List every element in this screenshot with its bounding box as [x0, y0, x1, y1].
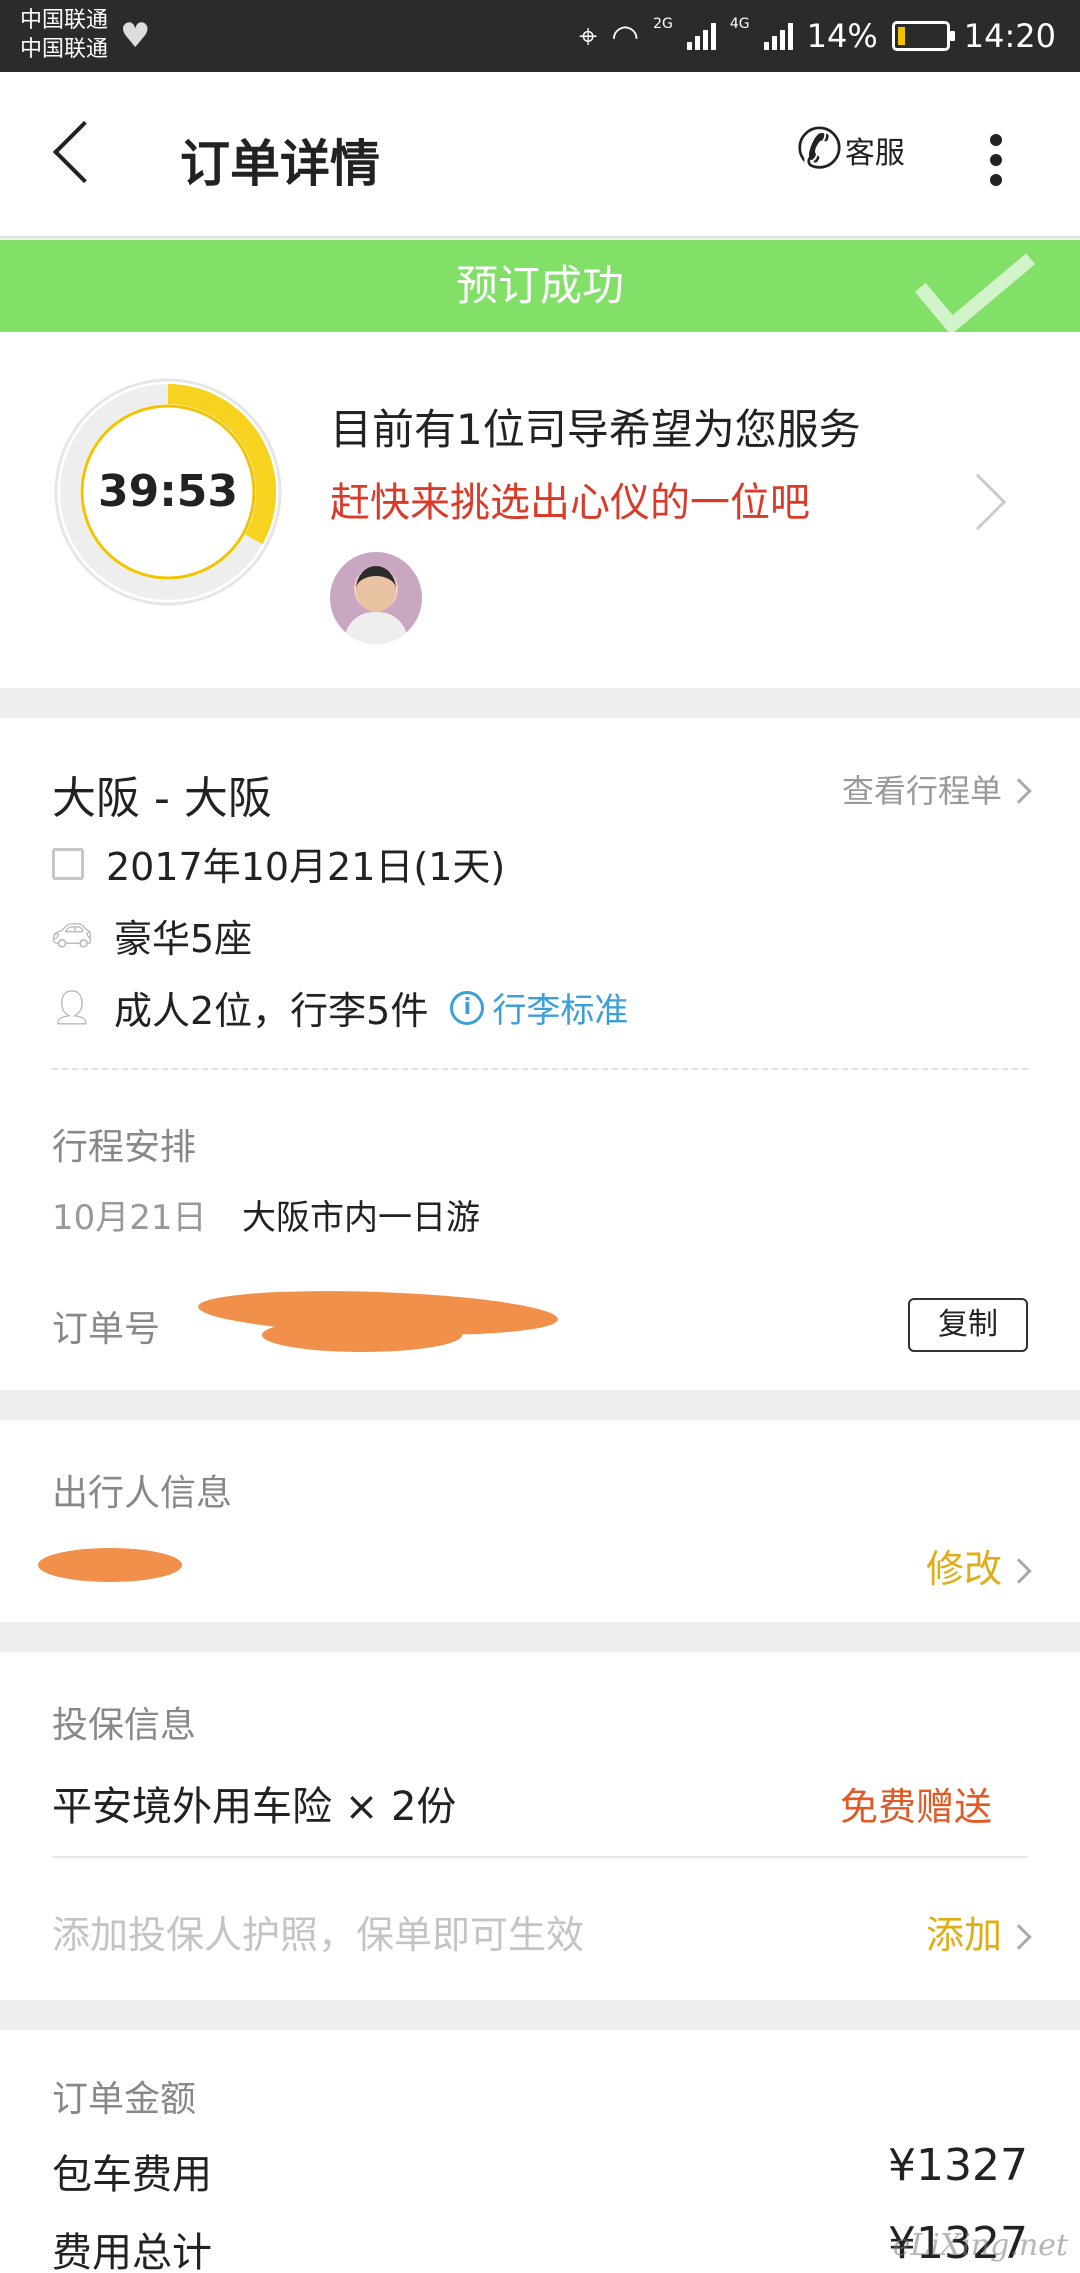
carrier-1: 中国联通: [20, 8, 109, 33]
charter-fee-value: ¥1327: [888, 2140, 1028, 2191]
insurance-info-card: 投保信息 平安境外用车险 × 2份 免费赠送 添加投保人护照，保单即可生效 添加: [0, 1652, 1080, 2000]
trip-date-row: 2017年10月21日(1天): [52, 836, 505, 891]
nav-bar: 订单详情 ✆ 客服: [0, 72, 1080, 238]
divider: [52, 1068, 1028, 1070]
view-itinerary-link[interactable]: 查看行程单: [841, 766, 1032, 812]
customer-service-label: 客服: [844, 136, 905, 171]
customer-service-button[interactable]: ✆ 客服: [796, 120, 905, 180]
add-passport-hint: 添加投保人护照，保单即可生效: [52, 1913, 585, 1957]
schedule-date: 10月21日: [52, 1198, 207, 1238]
chevron-right-icon: [1006, 1924, 1032, 1950]
copy-order-number-button[interactable]: 复制: [908, 1298, 1028, 1352]
page-title: 订单详情: [180, 135, 380, 193]
battery-percent: 14%: [806, 17, 878, 55]
wifi-icon: ◠: [611, 17, 640, 55]
network-4g-label: 4G: [729, 16, 750, 32]
driver-avatar[interactable]: [330, 552, 422, 644]
add-insured-link[interactable]: 添加: [925, 1904, 1032, 1959]
order-amount-label: 订单金额: [52, 2079, 197, 2120]
phone-icon: ✆: [796, 117, 843, 182]
carrier-2: 中国联通: [20, 37, 109, 62]
signal-bars-icon: [686, 22, 716, 50]
edit-traveler-label: 修改: [925, 1547, 1002, 1591]
schedule-label: 行程安排: [52, 1127, 197, 1168]
schedule-description: 大阪市内一日游: [242, 1198, 480, 1238]
signal-bars-icon: [763, 22, 793, 50]
health-heart-icon: ♥: [120, 16, 151, 56]
view-itinerary-label: 查看行程单: [841, 772, 1002, 810]
passengers-row: 👤︎ 成人2位，行李5件 i 行李标准: [50, 980, 628, 1035]
free-gift-badge: 免费赠送: [839, 1785, 992, 1829]
network-2g-label: 2G: [653, 16, 673, 32]
calendar-icon: [52, 847, 84, 880]
carrier-names: 中国联通 中国联通: [20, 6, 108, 64]
traveler-info-card: 出行人信息 修改: [0, 1420, 1080, 1622]
edit-traveler-link[interactable]: 修改: [925, 1538, 1032, 1593]
chevron-right-icon[interactable]: [949, 473, 1007, 531]
person-icon: 👤︎: [50, 987, 94, 1028]
driver-offer-prompt: 赶快来挑选出心仪的一位吧: [330, 480, 810, 526]
battery-fill: [897, 27, 906, 45]
location-pin-icon: ⌖: [579, 16, 598, 55]
battery-icon: [891, 21, 955, 51]
charter-fee-label: 包车费用: [52, 2152, 212, 2198]
back-arrow-icon[interactable]: [52, 120, 116, 184]
trip-info-card: 大阪 - 大阪 查看行程单 2017年10月21日(1天) 🚗︎ 豪华5座 👤︎…: [0, 718, 1080, 1390]
checkmark-icon: [914, 240, 1036, 332]
order-number-label: 订单号: [52, 1309, 161, 1350]
car-type-row: 🚗︎ 豪华5座: [50, 908, 253, 963]
luggage-standard-link[interactable]: i 行李标准: [450, 983, 628, 1032]
chevron-right-icon: [1006, 778, 1032, 804]
driver-offer-message: 目前有1位司导希望为您服务: [330, 405, 861, 454]
status-bar: 中国联通 中国联通 ♥ ⌖ ◠ 2G 4G 14% 14:20: [0, 0, 1080, 72]
divider: [52, 1856, 1028, 1858]
luggage-standard-label: 行李标准: [492, 991, 629, 1031]
route-title: 大阪 - 大阪: [52, 773, 272, 824]
car-type: 豪华5座: [114, 917, 253, 961]
status-indicators: ⌖ ◠ 2G 4G 14% 14:20: [579, 0, 1056, 72]
add-insured-label: 添加: [925, 1913, 1002, 1957]
watermark: eLiXing.net: [892, 2228, 1068, 2263]
banner-text: 预订成功: [455, 261, 624, 310]
car-icon: 🚗︎: [50, 915, 94, 956]
insurance-item: 平安境外用车险 × 2份: [52, 1784, 457, 1830]
total-fee-label: 费用总计: [52, 2230, 212, 2273]
traveler-info-label: 出行人信息: [52, 1473, 233, 1514]
driver-offer-card[interactable]: 39:53 目前有1位司导希望为您服务 赶快来挑选出心仪的一位吧: [0, 332, 1080, 688]
insurance-label: 投保信息: [52, 1705, 197, 1746]
passengers-luggage: 成人2位，行李5件: [114, 989, 429, 1033]
trip-date: 2017年10月21日(1天): [106, 845, 506, 889]
more-menu-icon[interactable]: [990, 134, 1004, 194]
traveler-name-redaction: [38, 1548, 182, 1582]
chevron-right-icon: [1006, 1558, 1032, 1584]
info-icon: i: [450, 990, 485, 1025]
clock: 14:20: [963, 17, 1056, 55]
countdown-time: 39:53: [97, 466, 239, 517]
booking-success-banner: 预订成功: [0, 240, 1080, 332]
